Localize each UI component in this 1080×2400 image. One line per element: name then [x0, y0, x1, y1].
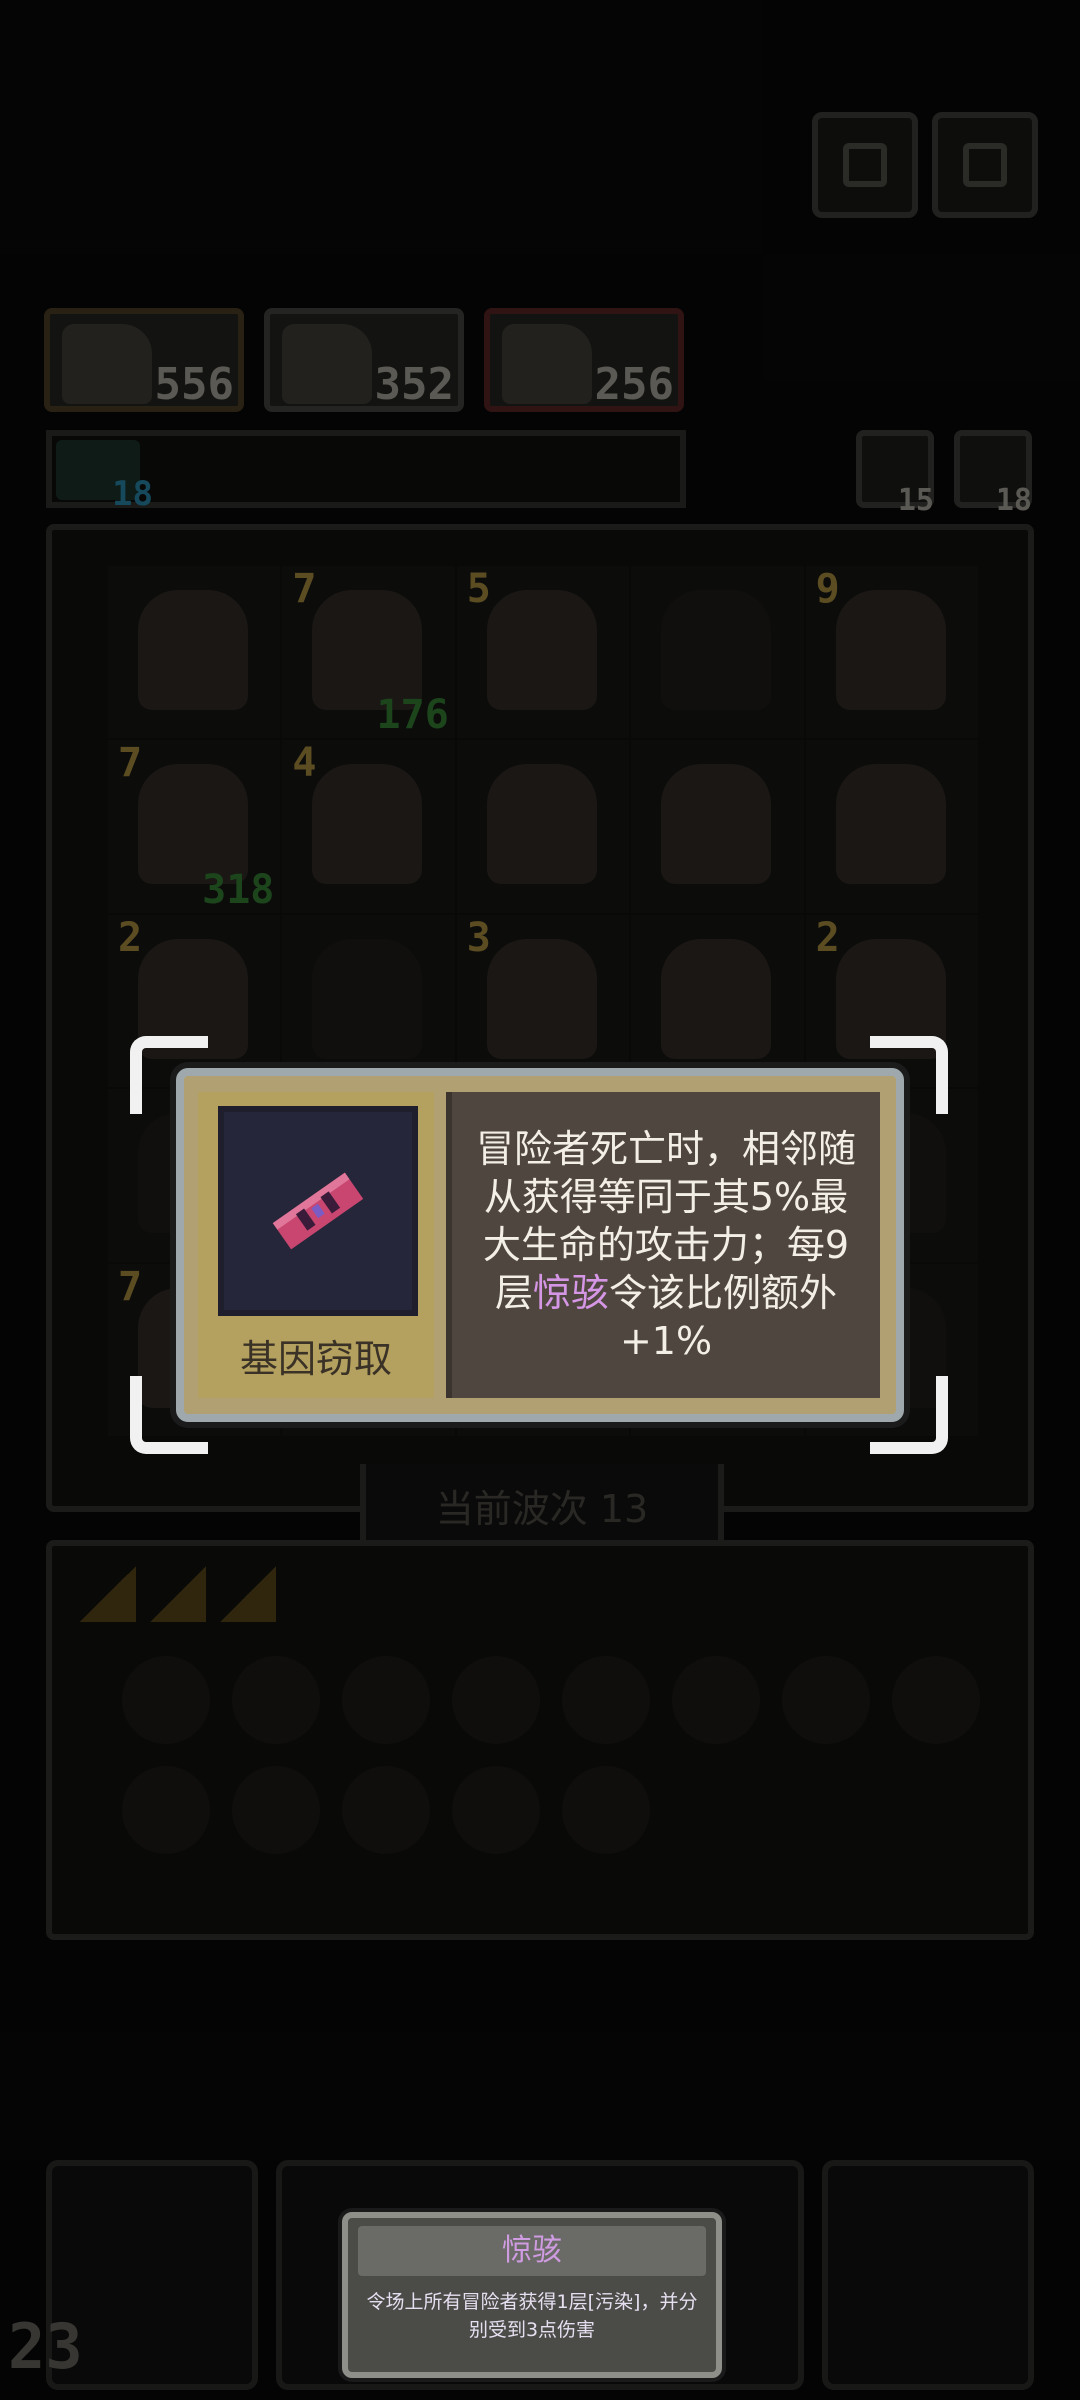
monster-value: 176: [376, 692, 449, 739]
monster-sprite: [661, 590, 772, 710]
book-icon[interactable]: [232, 1766, 320, 1854]
hero-card-2[interactable]: 352: [264, 308, 464, 412]
inventory-tabs: [80, 1566, 276, 1622]
tab-triangle-icon[interactable]: [150, 1566, 206, 1622]
wave-indicator: 当前波次 13: [360, 1464, 724, 1552]
hero-hp: 256: [594, 359, 674, 410]
board-cell[interactable]: 4: [282, 740, 455, 913]
hero-portrait: [62, 324, 152, 404]
corruption-bar: 18: [46, 430, 686, 514]
jar-icon[interactable]: [232, 1656, 320, 1744]
monster-sprite: [835, 590, 946, 710]
inventory-panel: [46, 1540, 1034, 1940]
toast-body: 令场上所有冒险者获得1层[污染]，并分别受到3点伤害: [366, 2291, 698, 2341]
summon-button[interactable]: [822, 2160, 1034, 2390]
hero-hp: 352: [374, 359, 454, 410]
item-name: 基因窃取: [239, 1337, 392, 1381]
monster-level: 7: [118, 1263, 143, 1310]
dna-icon: [272, 1172, 364, 1250]
board-cell[interactable]: [631, 914, 804, 1088]
square-icon: [843, 143, 887, 187]
monster-sprite: [661, 764, 772, 885]
level-number: 23: [8, 2310, 83, 2383]
hero-portrait: [502, 324, 592, 404]
monster-level: 7: [292, 566, 317, 612]
board-cell[interactable]: 7 176: [282, 566, 455, 739]
item-icon-box: [218, 1106, 418, 1316]
board-cell[interactable]: [805, 740, 978, 913]
syringe-icon[interactable]: [562, 1656, 650, 1744]
bust-icon[interactable]: [452, 1766, 540, 1854]
monster-sprite: [312, 764, 423, 885]
board-cell[interactable]: 7 318: [108, 740, 281, 913]
keyword-toast: 惊骇 令场上所有冒险者获得1层[污染]，并分别受到3点伤害: [342, 2212, 722, 2378]
board-cell[interactable]: [282, 914, 455, 1088]
donut-icon[interactable]: [452, 1656, 540, 1744]
plant-icon[interactable]: [342, 1766, 430, 1854]
tab-triangle-icon[interactable]: [220, 1566, 276, 1622]
knife-icon[interactable]: [122, 1766, 210, 1854]
monster-level: 5: [466, 566, 491, 612]
monster-sprite: [486, 764, 597, 885]
magnet-icon[interactable]: [782, 1656, 870, 1744]
monster-level: 3: [466, 914, 491, 961]
gear-icon: [963, 143, 1007, 187]
board-cell[interactable]: [631, 566, 804, 739]
hook-icon[interactable]: [342, 1656, 430, 1744]
hero-card-3[interactable]: 256: [484, 308, 684, 412]
tab-triangle-icon[interactable]: [80, 1566, 136, 1622]
toast-title: 惊骇: [358, 2226, 706, 2276]
board-cell[interactable]: 9: [805, 566, 978, 739]
monster-level: 2: [815, 914, 840, 961]
monster-sprite: [486, 938, 597, 1059]
key-resource[interactable]: 18: [954, 430, 1032, 518]
corruption-count: 18: [112, 474, 153, 514]
desc-text-2: 令该比例额外+1%: [609, 1271, 838, 1363]
monster-sprite: [835, 764, 946, 885]
monster-level: 2: [118, 914, 143, 961]
monster-level: 7: [118, 740, 143, 787]
keyword-link[interactable]: 惊骇: [533, 1271, 609, 1315]
top-menu-button[interactable]: [812, 112, 918, 218]
monster-sprite: [138, 590, 248, 710]
board-cell[interactable]: 5: [456, 566, 630, 739]
ring-icon[interactable]: [892, 1656, 980, 1744]
monster-level: 9: [815, 566, 840, 612]
key-count: 18: [995, 483, 1032, 518]
monster-sprite: [486, 590, 597, 710]
reroll-count: 15: [897, 483, 934, 518]
monster-level: 4: [292, 740, 317, 787]
item-tooltip[interactable]: 基因窃取 冒险者死亡时，相邻随从获得等同于其5%最大生命的攻击力；每9层惊骇令该…: [176, 1068, 904, 1422]
settings-button[interactable]: [932, 112, 1038, 218]
item-icon-panel: 基因窃取: [198, 1092, 434, 1398]
potion-icon[interactable]: [562, 1766, 650, 1854]
hero-hp: 556: [154, 359, 234, 410]
hero-portrait: [282, 324, 372, 404]
inventory-items: [122, 1656, 980, 1854]
board-cell[interactable]: [456, 740, 630, 913]
monster-sprite: [661, 938, 772, 1059]
board-cell[interactable]: [631, 740, 804, 913]
item-description: 冒险者死亡时，相邻随从获得等同于其5%最大生命的攻击力；每9层惊骇令该比例额外+…: [446, 1092, 880, 1398]
board-cell[interactable]: 3: [456, 914, 630, 1088]
dna-icon[interactable]: [672, 1656, 760, 1744]
monster-sprite: [312, 938, 423, 1059]
reroll-resource[interactable]: 15: [856, 430, 934, 518]
hero-card-1[interactable]: 556: [44, 308, 244, 412]
axe-icon[interactable]: [122, 1656, 210, 1744]
board-cell[interactable]: [108, 566, 281, 739]
monster-value: 318: [202, 866, 275, 913]
